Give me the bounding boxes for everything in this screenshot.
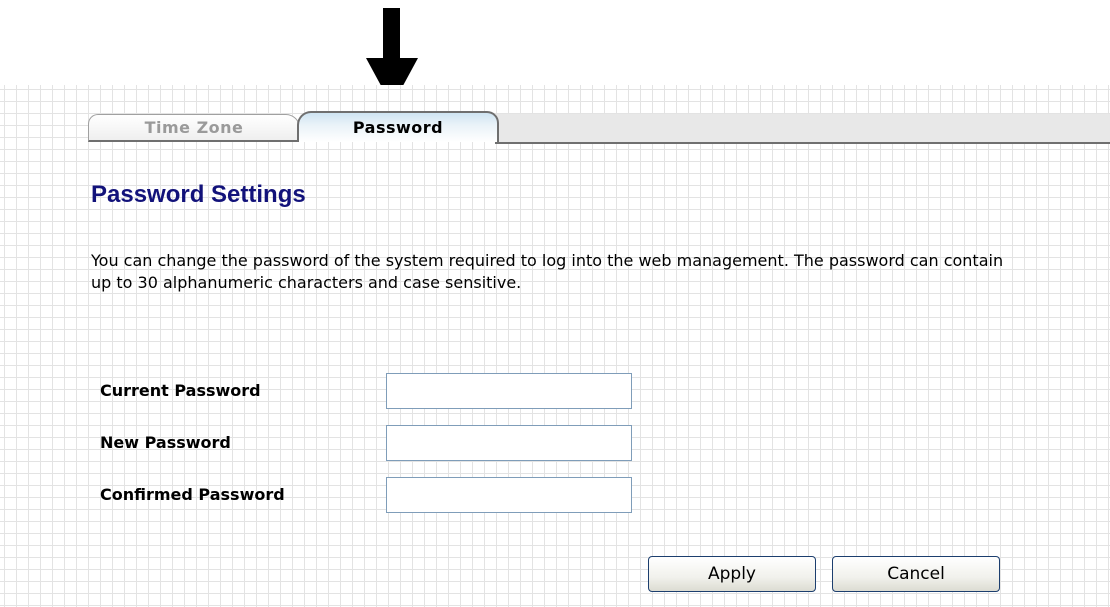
current-password-label: Current Password <box>100 381 261 400</box>
tab-bar-background <box>497 114 1110 142</box>
confirmed-password-input[interactable] <box>386 477 632 513</box>
page-title: Password Settings <box>91 181 306 208</box>
tab-time-zone-label: Time Zone <box>144 118 244 137</box>
current-password-input[interactable] <box>386 373 632 409</box>
new-password-label: New Password <box>100 433 231 452</box>
page-description: You can change the password of the syste… <box>91 251 1004 292</box>
tab-password-label: Password <box>352 118 444 137</box>
new-password-input[interactable] <box>386 425 632 461</box>
apply-button[interactable]: Apply <box>648 556 816 592</box>
tab-strip: Time Zone Password <box>0 109 1110 145</box>
content-panel <box>0 85 1110 607</box>
tab-divider <box>495 142 1110 144</box>
tab-time-zone[interactable]: Time Zone <box>88 114 300 142</box>
tab-password[interactable]: Password <box>297 111 499 142</box>
cancel-button[interactable]: Cancel <box>832 556 1000 592</box>
confirmed-password-label: Confirmed Password <box>100 485 285 504</box>
